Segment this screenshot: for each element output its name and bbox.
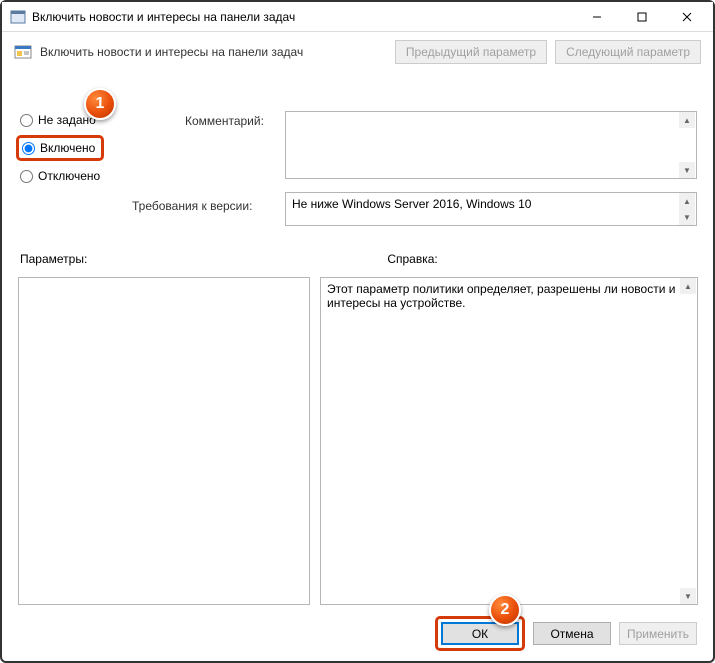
help-textarea[interactable]: Этот параметр политики определяет, разре… [320,277,698,605]
radio-enabled-highlight: Включено [16,135,104,161]
policy-header: Включить новости и интересы на панели за… [14,40,701,64]
maximize-button[interactable] [619,2,664,31]
window-titlebar: Включить новости и интересы на панели за… [2,2,713,32]
previous-setting-button[interactable]: Предыдущий параметр [395,40,547,64]
dialog-footer: ОК Отмена Применить [435,616,697,651]
radio-enabled[interactable]: Включено [22,141,95,155]
scroll-up-icon[interactable]: ▲ [680,278,696,294]
comment-label: Комментарий: [185,114,264,128]
section-labels: Параметры: Справка: [20,252,695,266]
radio-disabled-label: Отключено [38,169,100,183]
help-label: Справка: [387,252,437,266]
annotation-marker-1: 1 [84,88,116,120]
minimize-button[interactable] [574,2,619,31]
radio-not-configured-input[interactable] [20,114,33,127]
apply-button[interactable]: Применить [619,622,697,645]
close-button[interactable] [664,2,709,31]
next-setting-button[interactable]: Следующий параметр [555,40,701,64]
radio-enabled-label: Включено [40,141,95,155]
comment-textarea[interactable]: ▲ ▼ [285,111,697,179]
scroll-down-icon[interactable]: ▼ [679,162,695,178]
state-radio-group: Не задано Включено Отключено [20,105,130,191]
window-title: Включить новости и интересы на панели за… [32,10,574,24]
app-icon [10,9,26,25]
annotation-marker-2: 2 [489,594,521,626]
scroll-down-icon[interactable]: ▼ [679,209,695,225]
scroll-up-icon[interactable]: ▲ [679,193,695,209]
policy-icon [14,43,32,61]
radio-disabled[interactable]: Отключено [20,169,130,183]
radio-disabled-input[interactable] [20,170,33,183]
policy-title: Включить новости и интересы на панели за… [40,45,387,59]
radio-enabled-input[interactable] [22,142,35,155]
requirements-label: Требования к версии: [132,199,252,213]
scroll-down-icon[interactable]: ▼ [680,588,696,604]
scroll-up-icon[interactable]: ▲ [679,112,695,128]
cancel-button[interactable]: Отмена [533,622,611,645]
options-textarea[interactable] [18,277,310,605]
radio-not-configured[interactable]: Не задано [20,113,130,127]
radio-not-configured-label: Не задано [38,113,96,127]
options-label: Параметры: [20,252,87,266]
requirements-field: Не ниже Windows Server 2016, Windows 10 … [285,192,697,226]
